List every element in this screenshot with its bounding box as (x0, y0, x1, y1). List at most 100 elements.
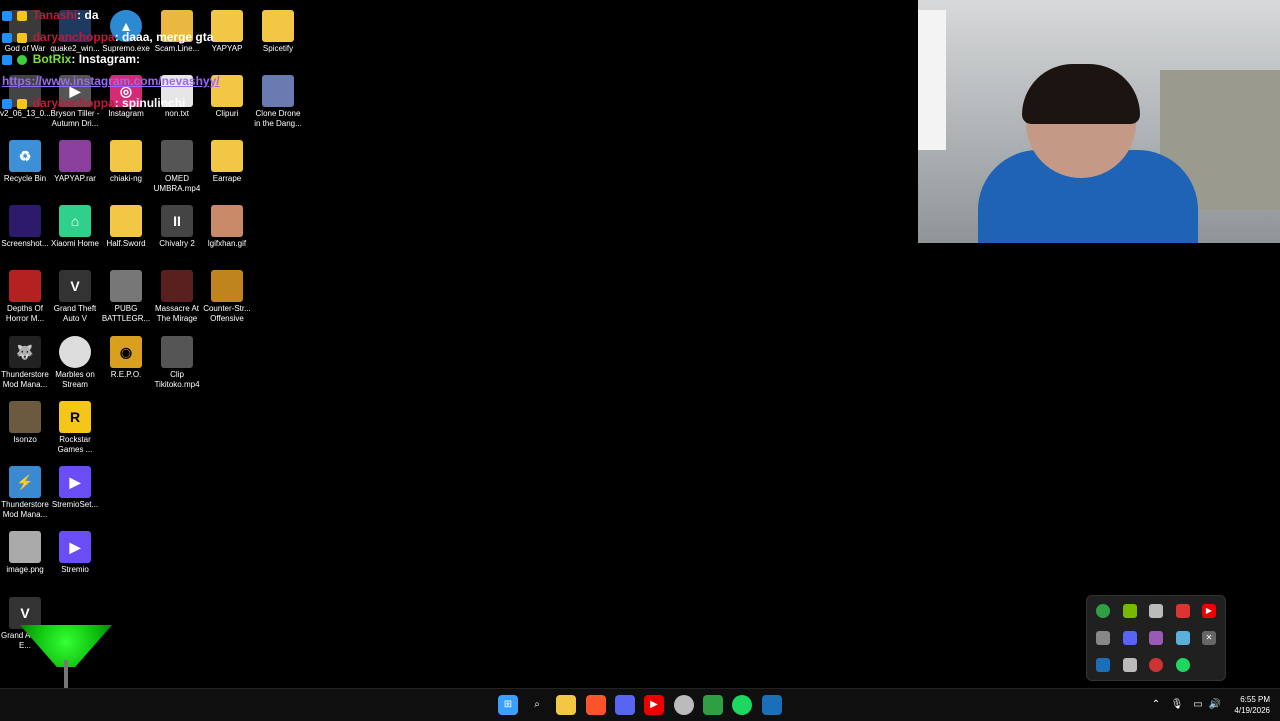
rockstar-icon: R (59, 401, 91, 433)
clock-time: 6:55 PM (1240, 695, 1270, 704)
chat-text: : da (77, 8, 99, 22)
moderator-badge-icon (2, 54, 12, 65)
dots-icon[interactable] (1176, 631, 1190, 645)
folder-icon (211, 140, 243, 172)
youtube-music-icon[interactable]: ▶ (644, 695, 664, 715)
xbox-app-icon[interactable] (703, 695, 723, 715)
gamepad-icon[interactable] (1149, 658, 1163, 672)
video-file-icon (161, 336, 193, 368)
verified-badge-icon (17, 54, 28, 65)
desktop-icon-lgifxhan[interactable]: lgifxhan.gif (202, 205, 252, 249)
chat-text: : Instagram: (71, 52, 141, 66)
stremio-icon: ▶ (59, 531, 91, 563)
steam-icon[interactable] (1096, 658, 1110, 672)
clock-date: 4/19/2026 (1234, 706, 1270, 715)
desktop-icon-recycle-bin[interactable]: ♻ Recycle Bin (0, 140, 50, 184)
youtube-icon[interactable]: ▶ (1202, 604, 1216, 618)
desktop-icon-chiaki[interactable]: chiaki-ng (101, 140, 151, 184)
close-app-icon[interactable]: ✕ (1202, 631, 1216, 645)
stream-chat-overlay: Tanashi: da daryanchoppa: daaa, merge gt… (2, 4, 262, 114)
desktop-icon-image-png[interactable]: image.png (0, 531, 50, 575)
desktop-icon-screenshot[interactable]: Screenshot... (0, 205, 50, 249)
repo-icon: ◉ (110, 336, 142, 368)
chivalry-icon: II (161, 205, 193, 237)
webcam-overlay (918, 0, 1280, 243)
chat-message: https://www.instagram.com/nevashyy/ (2, 70, 262, 92)
video-file-icon (161, 140, 193, 172)
file-explorer-icon[interactable] (556, 695, 576, 715)
isonzo-icon (9, 401, 41, 433)
desktop-icon-pubg[interactable]: PUBG BATTLEGR... (101, 270, 151, 324)
chat-message: Tanashi: da (2, 4, 262, 26)
moderator-badge-icon (2, 32, 12, 43)
gta-v-icon: V (9, 597, 41, 629)
desktop-icon-thunderstore[interactable]: 🐺 Thunderstore Mod Mana... (0, 336, 50, 390)
chat-message: daryanchoppa: daaa, merge gta (2, 26, 262, 48)
massacre-icon (161, 270, 193, 302)
desktop: God of War v2_06_13_0... ♻ Recycle Bin S… (0, 0, 1280, 713)
desktop-icon-earrape[interactable]: Earrape (202, 140, 252, 184)
desktop-icon-thunderstore-2[interactable]: ⚡ Thunderstore Mod Mana... (0, 466, 50, 520)
controller-icon[interactable] (1176, 604, 1190, 618)
thunderstore-icon: 🐺 (9, 336, 41, 368)
taskbar-clock[interactable]: 6:55 PM 4/19/2026 (1234, 694, 1270, 716)
desktop-icon-chivalry[interactable]: II Chivalry 2 (152, 205, 202, 249)
image-file-icon (9, 205, 41, 237)
desktop-icon-clip-tikitoko[interactable]: Clip Tikitoko.mp4 (152, 336, 202, 390)
spotify-icon[interactable] (732, 695, 752, 715)
winrar-icon (59, 140, 91, 172)
folder-icon (110, 205, 142, 237)
moderator-badge-icon (2, 98, 12, 109)
xbox-icon[interactable] (1096, 604, 1110, 618)
microphone-icon[interactable]: 🎙 (1167, 695, 1187, 715)
steam-icon[interactable] (762, 695, 782, 715)
desktop-icon-omed-umbra[interactable]: OMED UMBRA.mp4 (152, 140, 202, 194)
marbles-icon (59, 336, 91, 368)
feather-icon[interactable] (1149, 631, 1163, 645)
usb-icon[interactable] (1123, 658, 1137, 672)
subscriber-badge-icon (17, 10, 28, 21)
desktop-icon-gta-v[interactable]: V Grand Theft Auto V (50, 270, 100, 324)
desktop-icon-depths-of-horror[interactable]: Depths Of Horror M... (0, 270, 50, 324)
tray-overflow-panel: ▶ ✕ (1086, 595, 1226, 681)
desktop-icon-xiaomi-home[interactable]: ⌂ Xiaomi Home (50, 205, 100, 249)
chat-username: Tanashi (32, 8, 78, 22)
webcam-window-light (918, 10, 946, 150)
xiaomi-home-icon: ⌂ (59, 205, 91, 237)
show-hidden-icons-chevron-icon[interactable]: ⌃ (1146, 695, 1166, 715)
nvidia-icon[interactable] (1123, 604, 1137, 618)
desktop-icon-stremio-setup[interactable]: ▶ StremioSet... (50, 466, 100, 510)
webcam-person-hair (1022, 64, 1140, 124)
search-icon[interactable]: ⌕ (527, 695, 547, 715)
desktop-icon-csgo[interactable]: Counter-Str... Offensive (202, 270, 252, 324)
volume-icon[interactable]: 🔊 (1205, 695, 1225, 715)
brave-icon[interactable] (586, 695, 606, 715)
desktop-icon-isonzo[interactable]: Isonzo (0, 401, 50, 445)
desktop-icon-rockstar[interactable]: R Rockstar Games ... (50, 401, 100, 455)
discord-icon[interactable] (615, 695, 635, 715)
desktop-icon-stremio[interactable]: ▶ Stremio (50, 531, 100, 575)
windows-start-icon[interactable]: ⊞ (498, 695, 518, 715)
desktop-icon-massacre[interactable]: Massacre At The Mirage (152, 270, 202, 324)
spotify-icon[interactable] (1176, 658, 1190, 672)
desktop-icon-repo[interactable]: ◉ R.E.P.O. (101, 336, 151, 380)
csgo-icon (211, 270, 243, 302)
keyboard-icon[interactable] (1096, 631, 1110, 645)
subscriber-badge-icon (17, 98, 28, 109)
desktop-icon-yapyap-rar[interactable]: YAPYAP.rar (50, 140, 100, 184)
thunderstore-icon: ⚡ (9, 466, 41, 498)
clone-drone-icon (262, 75, 294, 107)
discord-icon[interactable] (1123, 631, 1137, 645)
chat-username: daryanchoppa (32, 30, 115, 44)
desktop-icon-half-sword[interactable]: Half.Sword (101, 205, 151, 249)
chat-text: : spinulinchi (114, 96, 186, 110)
chat-message: daryanchoppa: spinulinchi (2, 92, 262, 114)
stremio-setup-icon: ▶ (59, 466, 91, 498)
headset-icon[interactable] (1149, 604, 1163, 618)
chat-username: daryanchoppa (32, 96, 115, 110)
chrome-icon[interactable] (674, 695, 694, 715)
chat-link[interactable]: https://www.instagram.com/nevashyy/ (2, 74, 220, 88)
desktop-icon-marbles[interactable]: Marbles on Stream (50, 336, 100, 390)
chat-text: : daaa, merge gta (114, 30, 214, 44)
gif-file-icon (211, 205, 243, 237)
